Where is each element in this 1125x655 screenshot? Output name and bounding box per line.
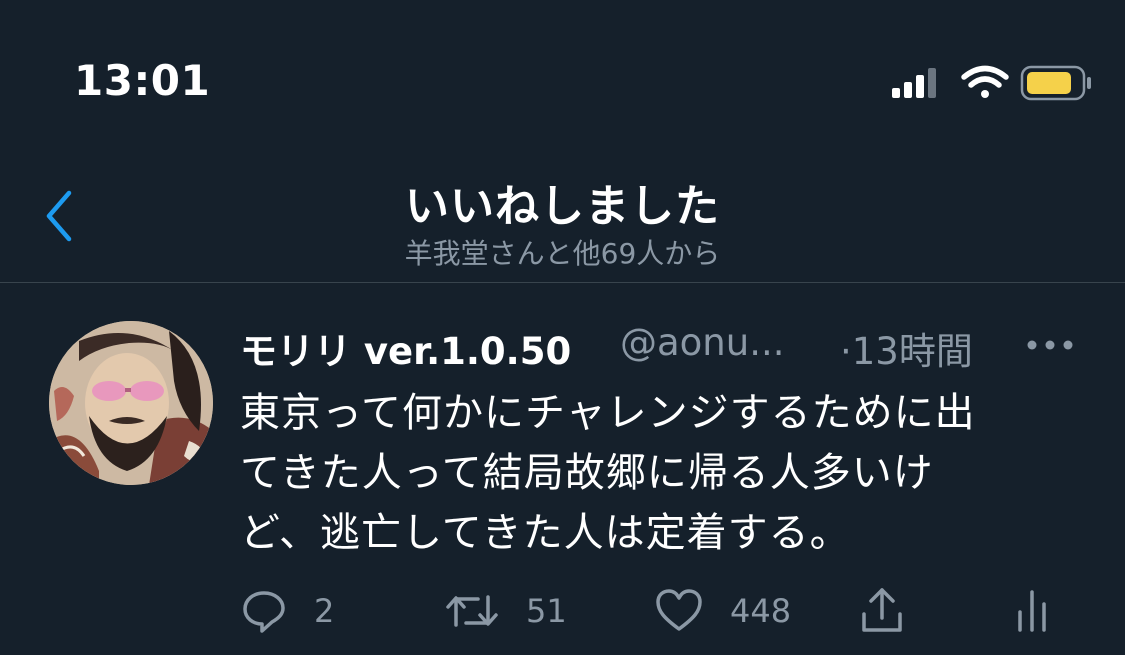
page-title: いいねしました (405, 181, 720, 232)
retweet-count: 51 (526, 592, 567, 630)
tweet-timestamp[interactable]: ·13時間 (840, 321, 973, 375)
more-button[interactable] (1020, 327, 1080, 363)
tweet-actions: 2 51 448 (240, 583, 1070, 639)
like-button[interactable]: 448 (654, 583, 791, 639)
like-count: 448 (730, 592, 792, 630)
status-bar: 13:01 (0, 0, 1125, 140)
user-handle[interactable]: @aonu... (620, 321, 785, 364)
tweet-text-line: ど、逃亡してきた人は定着する。 (240, 510, 851, 556)
nav-header: いいねしました 羊我堂さんと他69人から (0, 140, 1125, 282)
avatar[interactable] (49, 321, 213, 485)
share-button[interactable] (858, 583, 906, 639)
tweet-text: 東京って何かにチャレンジするために出 てきた人って結局故郷に帰る人多いけ ど、逃… (240, 383, 1060, 563)
cellular-signal-icon (892, 68, 936, 98)
tweet-header: モリリ ver.1.0.50 @aonu... ·13時間 (240, 321, 1080, 373)
more-horizontal-icon (1027, 340, 1073, 350)
analytics-icon (1018, 590, 1046, 632)
display-name[interactable]: モリリ ver.1.0.50 (240, 321, 571, 375)
retweet-icon (446, 595, 498, 627)
retweet-button[interactable]: 51 (444, 583, 567, 639)
avatar-portrait-image (49, 321, 213, 485)
battery-icon (1020, 65, 1091, 101)
reply-icon (243, 591, 285, 633)
reply-button[interactable]: 2 (240, 583, 334, 639)
tweet-text-line: てきた人って結局故郷に帰る人多いけ (240, 450, 934, 496)
reply-count: 2 (314, 592, 335, 630)
tweet-card[interactable]: モリリ ver.1.0.50 @aonu... ·13時間 東京って何かにチャレ… (0, 283, 1125, 655)
status-icons-svg (892, 65, 1091, 101)
share-icon (862, 588, 902, 632)
status-time: 13:01 (74, 56, 211, 105)
page-subtitle[interactable]: 羊我堂さんと他69人から (0, 232, 1125, 272)
status-icons (888, 64, 1098, 104)
tweet-text-line: 東京って何かにチャレンジするために出 (240, 390, 976, 436)
heart-icon (656, 589, 702, 631)
wifi-icon (961, 65, 1009, 98)
analytics-button[interactable] (1014, 583, 1050, 639)
